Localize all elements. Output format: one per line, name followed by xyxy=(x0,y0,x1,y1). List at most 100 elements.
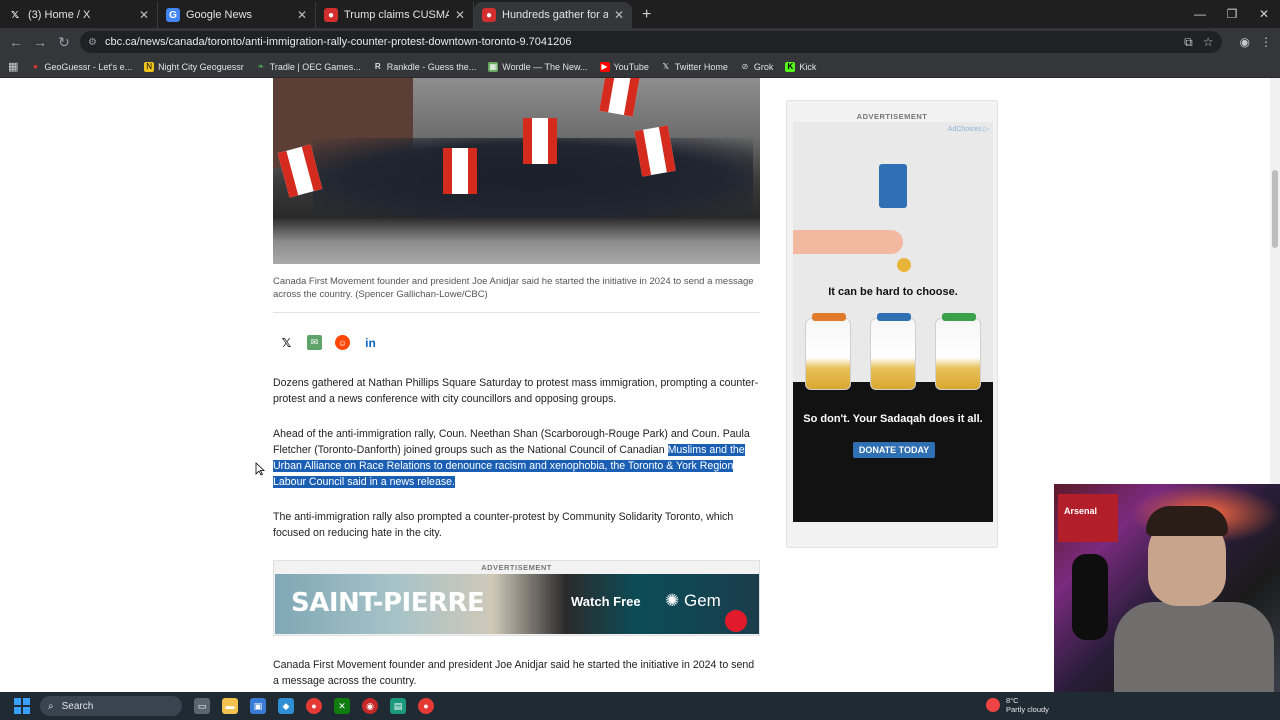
tab-label: Google News xyxy=(186,9,253,21)
close-icon[interactable]: ✕ xyxy=(455,8,465,22)
donate-button[interactable]: DONATE TODAY xyxy=(853,442,935,458)
close-icon[interactable]: ✕ xyxy=(139,8,149,22)
red-dot-shape xyxy=(725,610,747,632)
youtube-icon: ▶ xyxy=(599,61,610,72)
canada-flag-shape xyxy=(599,78,641,117)
tab-strip: 𝕏 (3) Home / X ✕ G Google News ✕ ● Trump… xyxy=(0,0,1280,28)
adchoices-icon: ▷ xyxy=(983,126,989,133)
article-paragraph: The anti-immigration rally also prompted… xyxy=(273,511,734,539)
game-icon[interactable]: ▤ xyxy=(390,698,406,714)
store-icon[interactable]: ▣ xyxy=(250,698,266,714)
profile-icon[interactable]: ◉ xyxy=(1240,35,1250,49)
canada-flag-shape xyxy=(443,148,477,194)
address-bar[interactable]: ⚙ cbc.ca/news/canada/toronto/anti-immigr… xyxy=(80,31,1222,53)
saint-pierre-banner[interactable]: SAINT-PIERRE Watch Free ✺ Gem xyxy=(275,574,759,634)
bookmark-twitter-home[interactable]: 𝕏 Twitter Home xyxy=(661,62,728,72)
forward-icon[interactable]: → xyxy=(28,34,52,50)
xbox-icon[interactable]: ✕ xyxy=(334,698,350,714)
adchoices-link[interactable]: AdChoices ▷ xyxy=(948,125,989,133)
bookmark-label: Twitter Home xyxy=(674,61,728,72)
windows-taskbar: ⌕ Search ▭ ▬ ▣ ◆ ● ✕ ◉ ▤ ● xyxy=(0,692,1280,720)
canada-flag-shape xyxy=(523,118,557,164)
bookmark-star-icon[interactable]: ☆ xyxy=(1203,35,1214,49)
apps-icon[interactable]: ▦ xyxy=(8,60,18,73)
jar-shape xyxy=(935,313,981,390)
adchoices-label: AdChoices xyxy=(947,126,982,133)
bookmark-night-city[interactable]: N Night City Geoguessr xyxy=(144,61,244,72)
article-hero-image xyxy=(273,78,760,264)
cbc-icon: ● xyxy=(482,8,496,22)
minimize-icon[interactable]: — xyxy=(1184,0,1216,28)
jersey-text: Arsenal xyxy=(1064,506,1098,516)
file-explorer-icon[interactable]: ▬ xyxy=(222,698,238,714)
browser-toolbar: ← → ↻ ⚙ cbc.ca/news/canada/toronto/anti-… xyxy=(0,28,1280,56)
banner-title: SAINT-PIERRE xyxy=(291,588,485,618)
sadaqah-ad[interactable]: AdChoices ▷ It can be hard to choose. So… xyxy=(793,122,993,522)
share-bar: 𝕏 ✉ ☺ in xyxy=(279,335,378,350)
kick-icon: K xyxy=(785,61,796,72)
bookmark-rankdle[interactable]: R Rankdle - Guess the... xyxy=(373,61,477,72)
task-view-icon[interactable]: ▭ xyxy=(194,698,210,714)
close-icon[interactable]: ✕ xyxy=(614,8,624,22)
tab-google-news[interactable]: G Google News ✕ xyxy=(158,2,316,28)
linkedin-share-icon[interactable]: in xyxy=(363,335,378,350)
weather-temp: 8°C xyxy=(1006,696,1019,705)
leaf-icon: ❧ xyxy=(257,62,265,71)
divider xyxy=(273,312,760,313)
charity-logo xyxy=(879,164,907,208)
x-logo-icon: 𝕏 xyxy=(662,62,670,71)
close-icon[interactable]: ✕ xyxy=(297,8,307,22)
bookmark-label: Wordle — The New... xyxy=(502,61,588,72)
bookmark-kick[interactable]: K Kick xyxy=(785,61,817,72)
chrome-icon[interactable]: ● xyxy=(306,698,322,714)
chrome-active-icon[interactable]: ● xyxy=(418,698,434,714)
bookmark-label: Rankdle - Guess the... xyxy=(386,61,477,72)
cbc-gem-icon: ✺ xyxy=(665,591,680,610)
back-icon[interactable]: ← xyxy=(4,34,28,50)
bookmark-youtube[interactable]: ▶ YouTube xyxy=(599,61,649,72)
record-icon[interactable]: ◉ xyxy=(362,698,378,714)
canada-flag-shape xyxy=(634,125,676,177)
site-info-icon[interactable]: ⚙ xyxy=(88,37,97,48)
window-controls: — ❐ ✕ xyxy=(1184,0,1280,28)
banner-ad[interactable]: ADVERTISEMENT SAINT-PIERRE Watch Free ✺ … xyxy=(273,560,760,636)
jar-shape xyxy=(870,313,916,390)
new-tab-button[interactable]: + xyxy=(632,2,661,28)
image-caption: Canada First Movement founder and presid… xyxy=(273,276,754,300)
cbc-icon: ● xyxy=(324,8,338,22)
bookmark-label: YouTube xyxy=(613,61,649,72)
app-icon[interactable]: ◆ xyxy=(278,698,294,714)
close-window-icon[interactable]: ✕ xyxy=(1248,0,1280,28)
tab-x-home[interactable]: 𝕏 (3) Home / X ✕ xyxy=(0,2,158,28)
article-paragraph: Ahead of the anti-immigration rally, Cou… xyxy=(273,426,760,490)
tab-trump-cusma[interactable]: ● Trump claims CUSMA is 'irrelev ✕ xyxy=(316,2,474,28)
menu-icon[interactable]: ⋮ xyxy=(1260,35,1272,49)
scrollbar-thumb[interactable] xyxy=(1272,170,1278,248)
install-app-icon[interactable]: ⧉ xyxy=(1184,35,1193,50)
reddit-share-icon[interactable]: ☺ xyxy=(335,335,350,350)
taskbar-apps: ▭ ▬ ▣ ◆ ● ✕ ◉ ▤ ● xyxy=(194,698,434,714)
bookmark-tradle[interactable]: ❧ Tradle | OEC Games... xyxy=(256,62,360,72)
restore-icon[interactable]: ❐ xyxy=(1216,0,1248,28)
jar-lid xyxy=(942,313,976,321)
reload-icon[interactable]: ↻ xyxy=(52,34,76,51)
tab-anti-immigration-rally[interactable]: ● Hundreds gather for anti-immi ✕ xyxy=(474,2,632,28)
weather-widget[interactable]: 8°C Partly cloudy xyxy=(986,696,1049,714)
tab-label: Trump claims CUSMA is 'irrelev xyxy=(344,9,449,21)
bookmark-label: Grok xyxy=(753,61,774,72)
bookmark-label: Kick xyxy=(799,61,817,72)
pin-icon: ● xyxy=(32,62,38,71)
wall-jersey: Arsenal xyxy=(1058,494,1118,542)
bookmark-grok[interactable]: ⊘ Grok xyxy=(740,62,774,72)
bookmark-geoguessr[interactable]: ● GeoGuessr - Let's e... xyxy=(30,62,132,72)
x-share-icon[interactable]: 𝕏 xyxy=(279,335,294,350)
taskbar-search[interactable]: ⌕ Search xyxy=(40,696,182,716)
bookmark-wordle[interactable]: ▦ Wordle — The New... xyxy=(488,61,588,72)
windows-start-icon[interactable] xyxy=(14,698,30,714)
bookmark-label: Night City Geoguessr xyxy=(158,61,244,72)
banner-brand: Gem xyxy=(683,591,721,610)
search-placeholder: Search xyxy=(61,700,94,712)
article-paragraph: Dozens gathered at Nathan Phillips Squar… xyxy=(273,377,759,405)
email-share-icon[interactable]: ✉ xyxy=(307,335,322,350)
r-icon: R xyxy=(374,62,381,71)
